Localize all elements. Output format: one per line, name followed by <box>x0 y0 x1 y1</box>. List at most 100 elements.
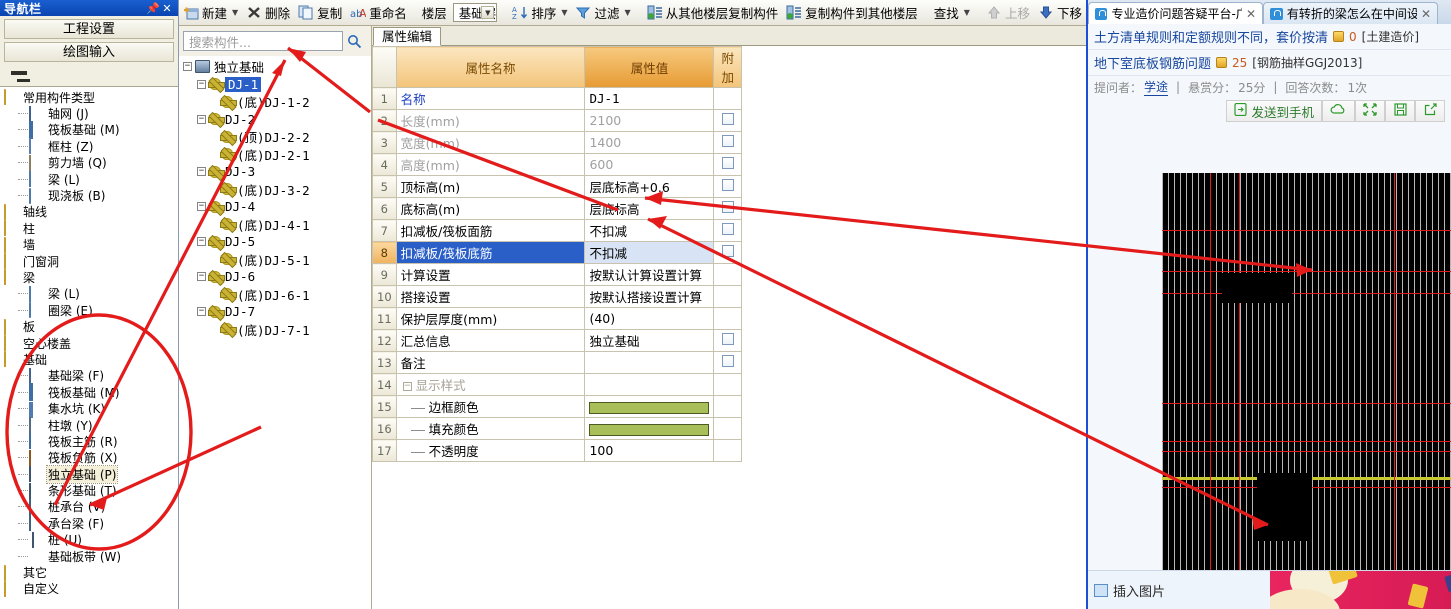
property-name-cell[interactable]: 汇总信息 <box>395 329 586 352</box>
expander-icon[interactable]: − <box>197 114 206 124</box>
search-icon[interactable] <box>343 31 365 51</box>
property-value-cell[interactable]: 层底标高 <box>584 197 715 220</box>
nav-group-6[interactable]: 板 <box>0 318 178 335</box>
property-attach-cell[interactable] <box>713 109 742 132</box>
component-node-DJ-1[interactable]: − DJ-1 <box>179 76 371 94</box>
property-attach-cell[interactable] <box>713 417 742 440</box>
move-up-button[interactable]: 上移 <box>982 1 1034 25</box>
property-attach-cell[interactable] <box>713 131 742 154</box>
component-node-DJ-3[interactable]: − DJ-3 <box>179 163 371 181</box>
property-row-14[interactable]: 14− 显示样式 <box>372 373 742 396</box>
property-name-cell[interactable]: 搭接设置 <box>395 285 586 308</box>
component-child-(底)DJ-4-1[interactable]: (底)DJ-4-1 <box>179 216 371 234</box>
nav-item-0-4[interactable]: 梁 (L) <box>0 171 178 188</box>
insert-image-button[interactable]: 插入图片 <box>1088 570 1270 609</box>
property-row-2[interactable]: 2 长度(mm) 2100 <box>372 109 742 132</box>
property-name-cell[interactable]: 填充颜色 <box>395 417 586 440</box>
tab-property-edit[interactable]: 属性编辑 <box>373 27 442 46</box>
property-row-11[interactable]: 11 保护层厚度(mm) (40) <box>372 307 742 330</box>
floor-select[interactable]: 基础层 ▼ <box>452 3 498 22</box>
send-to-phone-button[interactable]: 发送到手机 <box>1226 100 1322 122</box>
attach-checkbox[interactable] <box>721 223 734 235</box>
close-icon[interactable]: ✕ <box>1246 7 1256 21</box>
nav-item-8-5[interactable]: 筏板负筋 (X) <box>0 449 178 466</box>
property-attach-cell[interactable] <box>713 285 742 308</box>
filter-button[interactable]: 过滤 ▼ <box>571 1 634 25</box>
attach-checkbox[interactable] <box>721 355 734 367</box>
nav-item-8-11[interactable]: 基础板带 (W) <box>0 548 178 564</box>
nav-item-8-1[interactable]: 筏板基础 (M) <box>0 383 178 402</box>
component-child-(底)DJ-1-2[interactable]: (底)DJ-1-2 <box>179 93 371 111</box>
property-value-cell[interactable] <box>584 395 715 418</box>
nav-item-8-4[interactable]: 筏板主筋 (R) <box>0 433 178 450</box>
attach-checkbox[interactable] <box>721 113 734 125</box>
property-row-5[interactable]: 5 顶标高(m) 层底标高+0.6 <box>372 175 742 198</box>
nav-item-8-0[interactable]: 基础梁 (F) <box>0 367 178 384</box>
property-attach-cell[interactable] <box>713 329 742 352</box>
property-attach-cell[interactable] <box>713 219 742 242</box>
property-row-16[interactable]: 16 填充颜色 <box>372 417 742 440</box>
nav-item-0-3[interactable]: 剪力墙 (Q) <box>0 154 178 171</box>
copy-from-other-floor-button[interactable]: 从其他楼层复制构件 <box>643 1 783 25</box>
component-tree[interactable]: − 独立基础 − DJ-1 (底)DJ-1-2− DJ-2 (顶)DJ-2-2 (底)DJ-2… <box>179 56 371 609</box>
rename-button[interactable]: ab A 重命名 <box>346 1 411 25</box>
chevron-down-icon[interactable]: ▼ <box>481 6 495 19</box>
property-row-4[interactable]: 4 高度(mm) 600 <box>372 153 742 176</box>
nav-group-1[interactable]: 轴线 <box>0 203 178 220</box>
expander-icon[interactable]: − <box>197 167 206 177</box>
property-name-cell[interactable]: 不透明度 <box>395 439 586 462</box>
color-swatch[interactable] <box>589 423 710 436</box>
component-node-DJ-6[interactable]: − DJ-6 <box>179 268 371 286</box>
share-button[interactable] <box>1415 100 1445 122</box>
property-attach-cell[interactable] <box>713 197 742 220</box>
property-value-cell[interactable] <box>584 351 715 374</box>
attach-checkbox[interactable] <box>721 245 734 257</box>
property-row-7[interactable]: 7 扣减板/筏板面筋 不扣减 <box>372 219 742 242</box>
property-attach-cell[interactable] <box>713 439 742 462</box>
nav-item-0-0[interactable]: 轴网 (J) <box>0 105 178 122</box>
property-value-cell[interactable]: DJ-1 <box>584 87 715 110</box>
ad-banner[interactable] <box>1270 570 1451 609</box>
component-child-(底)DJ-2-1[interactable]: (底)DJ-2-1 <box>179 146 371 164</box>
property-value-cell[interactable]: 独立基础 <box>584 329 715 352</box>
nav-item-0-2[interactable]: 框柱 (Z) <box>0 138 178 155</box>
asker-name[interactable]: 学途 <box>1144 78 1169 96</box>
property-value-cell[interactable]: 按默认搭接设置计算 <box>584 285 715 308</box>
property-row-3[interactable]: 3 宽度(mm) 1400 <box>372 131 742 154</box>
property-value-cell[interactable]: 层底标高+0.6 <box>584 175 715 198</box>
nav-group-4[interactable]: 门窗洞 <box>0 253 178 270</box>
copy-button[interactable]: 复制 <box>294 1 346 25</box>
expander-icon[interactable]: − <box>197 272 206 282</box>
cloud-button[interactable] <box>1322 100 1355 122</box>
nav-item-8-2[interactable]: 集水坑 (K) <box>0 400 178 418</box>
component-child-(底)DJ-5-1[interactable]: (底)DJ-5-1 <box>179 251 371 269</box>
component-child-(底)DJ-7-1[interactable]: (底)DJ-7-1 <box>179 321 371 339</box>
close-icon[interactable]: ✕ <box>1421 7 1431 21</box>
project-settings-button[interactable]: 工程设置 <box>4 19 174 39</box>
attach-checkbox[interactable] <box>721 201 734 213</box>
property-row-8[interactable]: 8 扣减板/筏板底筋 不扣减 <box>372 241 742 264</box>
property-attach-cell[interactable] <box>713 373 742 396</box>
property-attach-cell[interactable] <box>713 395 742 418</box>
property-row-15[interactable]: 15 边框颜色 <box>372 395 742 418</box>
property-value-cell[interactable]: 1400 <box>584 131 715 154</box>
property-value-cell[interactable]: (40) <box>584 307 715 330</box>
chevron-down-icon[interactable]: ▼ <box>232 8 238 17</box>
save-button[interactable] <box>1385 100 1415 122</box>
property-name-cell[interactable]: − 显示样式 <box>395 373 586 396</box>
component-node-DJ-2[interactable]: − DJ-2 <box>179 111 371 129</box>
property-name-cell[interactable]: 宽度(mm) <box>395 131 586 154</box>
property-value-cell[interactable]: 100 <box>584 439 715 462</box>
expander-icon[interactable]: − <box>197 237 206 247</box>
nav-item-0-1[interactable]: 筏板基础 (M) <box>0 120 178 139</box>
pin-icon[interactable]: 📌 <box>146 2 160 15</box>
property-attach-cell[interactable] <box>713 175 742 198</box>
attach-checkbox[interactable] <box>721 333 734 345</box>
chevron-down-icon[interactable]: ▼ <box>625 8 631 17</box>
attach-checkbox[interactable] <box>721 135 734 147</box>
nav-group-10[interactable]: 自定义 <box>0 580 178 597</box>
property-name-cell[interactable]: 底标高(m) <box>395 197 586 220</box>
component-node-DJ-4[interactable]: − DJ-4 <box>179 198 371 216</box>
find-button[interactable]: 查找 ▼ <box>930 1 974 25</box>
attach-checkbox[interactable] <box>721 157 734 169</box>
